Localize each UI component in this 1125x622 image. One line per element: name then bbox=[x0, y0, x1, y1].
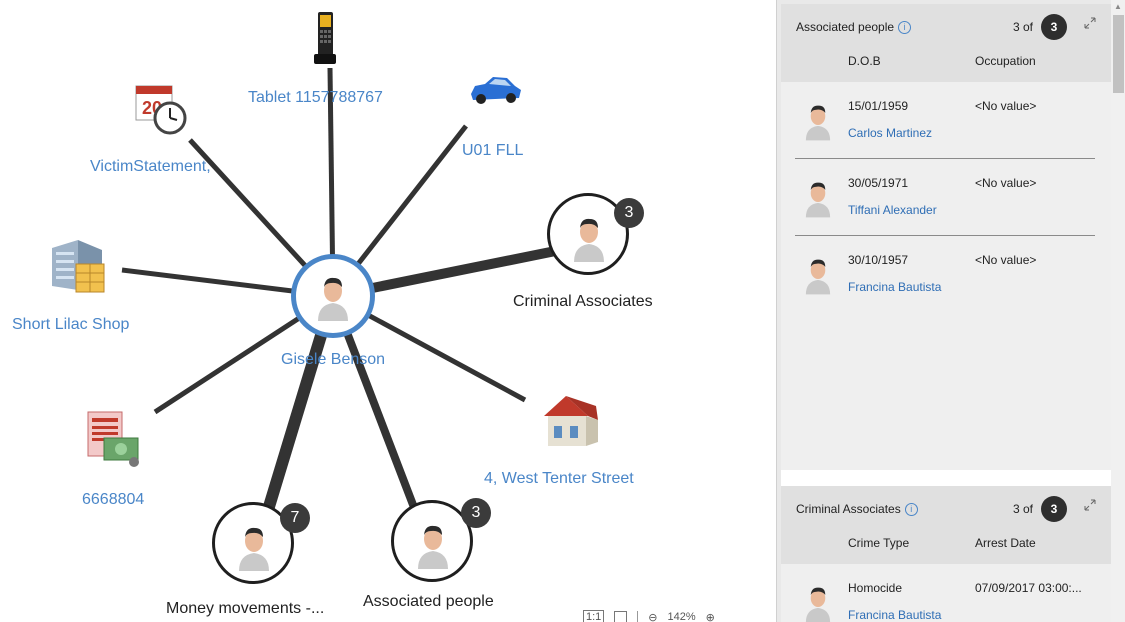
house-icon[interactable] bbox=[538, 392, 602, 455]
column-dob[interactable]: D.O.B bbox=[848, 54, 881, 68]
details-panel: Associated people i 3 of 3 D.O.B Occupati… bbox=[776, 0, 1125, 622]
person-icon bbox=[805, 259, 831, 295]
person-icon bbox=[805, 587, 831, 622]
center-person-label[interactable]: Gisele Benson bbox=[281, 350, 385, 370]
money-count-badge: 7 bbox=[280, 503, 310, 533]
link-analysis-app: Tablet 1157788767 U01 FLL 20 VictimState… bbox=[0, 0, 1125, 622]
expand-icon[interactable] bbox=[1083, 498, 1097, 512]
graph-canvas[interactable]: Tablet 1157788767 U01 FLL 20 VictimState… bbox=[0, 0, 775, 622]
person-icon bbox=[574, 218, 604, 262]
dob-value: 30/05/1971 bbox=[848, 176, 909, 190]
occupation-value: <No value> bbox=[975, 99, 1037, 113]
criminal-count-badge: 3 bbox=[614, 198, 644, 228]
person-icon bbox=[239, 527, 269, 571]
criminal-rows: Homocide 07/09/2017 03:00:... Francina B… bbox=[781, 564, 1111, 622]
zoom-toolbar: 1:1 ⊖ 142% ⊕ bbox=[583, 610, 715, 622]
person-icon bbox=[318, 277, 348, 321]
info-icon[interactable]: i bbox=[898, 21, 912, 34]
person-icon bbox=[805, 182, 831, 218]
arrest-date-value: 07/09/2017 03:00:... bbox=[975, 581, 1082, 595]
scroll-up-arrow-icon[interactable]: ▲ bbox=[1114, 2, 1122, 11]
building-icon[interactable] bbox=[48, 238, 108, 303]
count-text: 3 of bbox=[1013, 20, 1034, 34]
occupation-value: <No value> bbox=[975, 176, 1037, 190]
list-item[interactable]: Homocide 07/09/2017 03:00:... Francina B… bbox=[781, 564, 1111, 622]
graph-edges bbox=[121, 67, 591, 512]
phone-icon[interactable] bbox=[312, 10, 338, 71]
occupation-value: <No value> bbox=[975, 253, 1037, 267]
money-document-icon[interactable] bbox=[84, 408, 144, 473]
money-movements-label[interactable]: Money movements -... bbox=[166, 599, 324, 619]
associated-count-badge: 3 bbox=[461, 498, 491, 528]
crime-type-value: Homocide bbox=[848, 581, 903, 595]
dob-value: 30/10/1957 bbox=[848, 253, 909, 267]
info-icon[interactable]: i bbox=[904, 503, 918, 516]
card-title-text: Associated people bbox=[796, 20, 895, 34]
column-crime-type[interactable]: Crime Type bbox=[848, 536, 909, 550]
zoom-in-icon[interactable]: ⊕ bbox=[706, 611, 715, 622]
card-gap bbox=[781, 470, 1111, 486]
list-item[interactable]: 30/10/1957 <No value> Francina Bautista bbox=[781, 236, 1111, 313]
tablet-label[interactable]: Tablet 1157788767 bbox=[248, 88, 383, 108]
count-text: 3 of bbox=[1013, 502, 1034, 516]
zoom-level: 142% bbox=[667, 611, 696, 622]
count-badge: 3 bbox=[1041, 496, 1067, 522]
car-icon[interactable] bbox=[467, 72, 523, 111]
shop-label[interactable]: Short Lilac Shop bbox=[12, 315, 129, 335]
car-label[interactable]: U01 FLL bbox=[462, 141, 523, 161]
card-header: Associated people i 3 of 3 bbox=[781, 4, 1111, 40]
toolbar-divider bbox=[637, 611, 639, 622]
person-icon bbox=[418, 525, 448, 569]
column-occupation[interactable]: Occupation bbox=[975, 54, 1036, 68]
fit-screen-icon[interactable] bbox=[614, 610, 628, 622]
criminal-associates-label[interactable]: Criminal Associates bbox=[513, 292, 653, 312]
column-header: D.O.B Occupation bbox=[781, 40, 1111, 82]
person-icon bbox=[805, 105, 831, 141]
zoom-out-icon[interactable]: ⊖ bbox=[648, 611, 657, 622]
center-person-node[interactable] bbox=[291, 254, 375, 338]
column-header: Crime Type Arrest Date bbox=[781, 522, 1111, 564]
person-link[interactable]: Francina Bautista bbox=[848, 280, 941, 294]
card-title-text: Criminal Associates bbox=[796, 502, 901, 516]
account-label[interactable]: 6668804 bbox=[82, 490, 144, 510]
person-link[interactable]: Tiffani Alexander bbox=[848, 203, 937, 217]
address-label[interactable]: 4, West Tenter Street bbox=[484, 469, 634, 489]
column-arrest-date[interactable]: Arrest Date bbox=[975, 536, 1036, 550]
list-item[interactable]: 30/05/1971 <No value> Tiffani Alexander bbox=[781, 159, 1111, 236]
count-badge: 3 bbox=[1041, 14, 1067, 40]
expand-icon[interactable] bbox=[1083, 16, 1097, 30]
associated-rows: 15/01/1959 <No value> Carlos Martinez 30… bbox=[781, 82, 1111, 313]
list-item[interactable]: 15/01/1959 <No value> Carlos Martinez bbox=[781, 82, 1111, 159]
criminal-associates-card: Criminal Associates i 3 of 3 Crime Type A… bbox=[781, 486, 1111, 622]
dob-value: 15/01/1959 bbox=[848, 99, 909, 113]
actual-size-button[interactable]: 1:1 bbox=[583, 610, 605, 622]
person-link[interactable]: Francina Bautista bbox=[848, 608, 941, 622]
card-title: Criminal Associates i bbox=[796, 502, 918, 516]
statement-label[interactable]: VictimStatement, bbox=[90, 157, 211, 177]
person-link[interactable]: Carlos Martinez bbox=[848, 126, 932, 140]
associated-people-label[interactable]: Associated people bbox=[363, 592, 494, 612]
scroll-thumb[interactable] bbox=[1113, 15, 1124, 93]
card-header: Criminal Associates i 3 of 3 bbox=[781, 486, 1111, 522]
associated-people-card: Associated people i 3 of 3 D.O.B Occupati… bbox=[781, 4, 1111, 470]
card-title: Associated people i bbox=[796, 20, 912, 34]
calendar-clock-icon[interactable]: 20 bbox=[134, 82, 190, 141]
panel-scrollbar[interactable]: ▲ bbox=[1111, 0, 1125, 622]
